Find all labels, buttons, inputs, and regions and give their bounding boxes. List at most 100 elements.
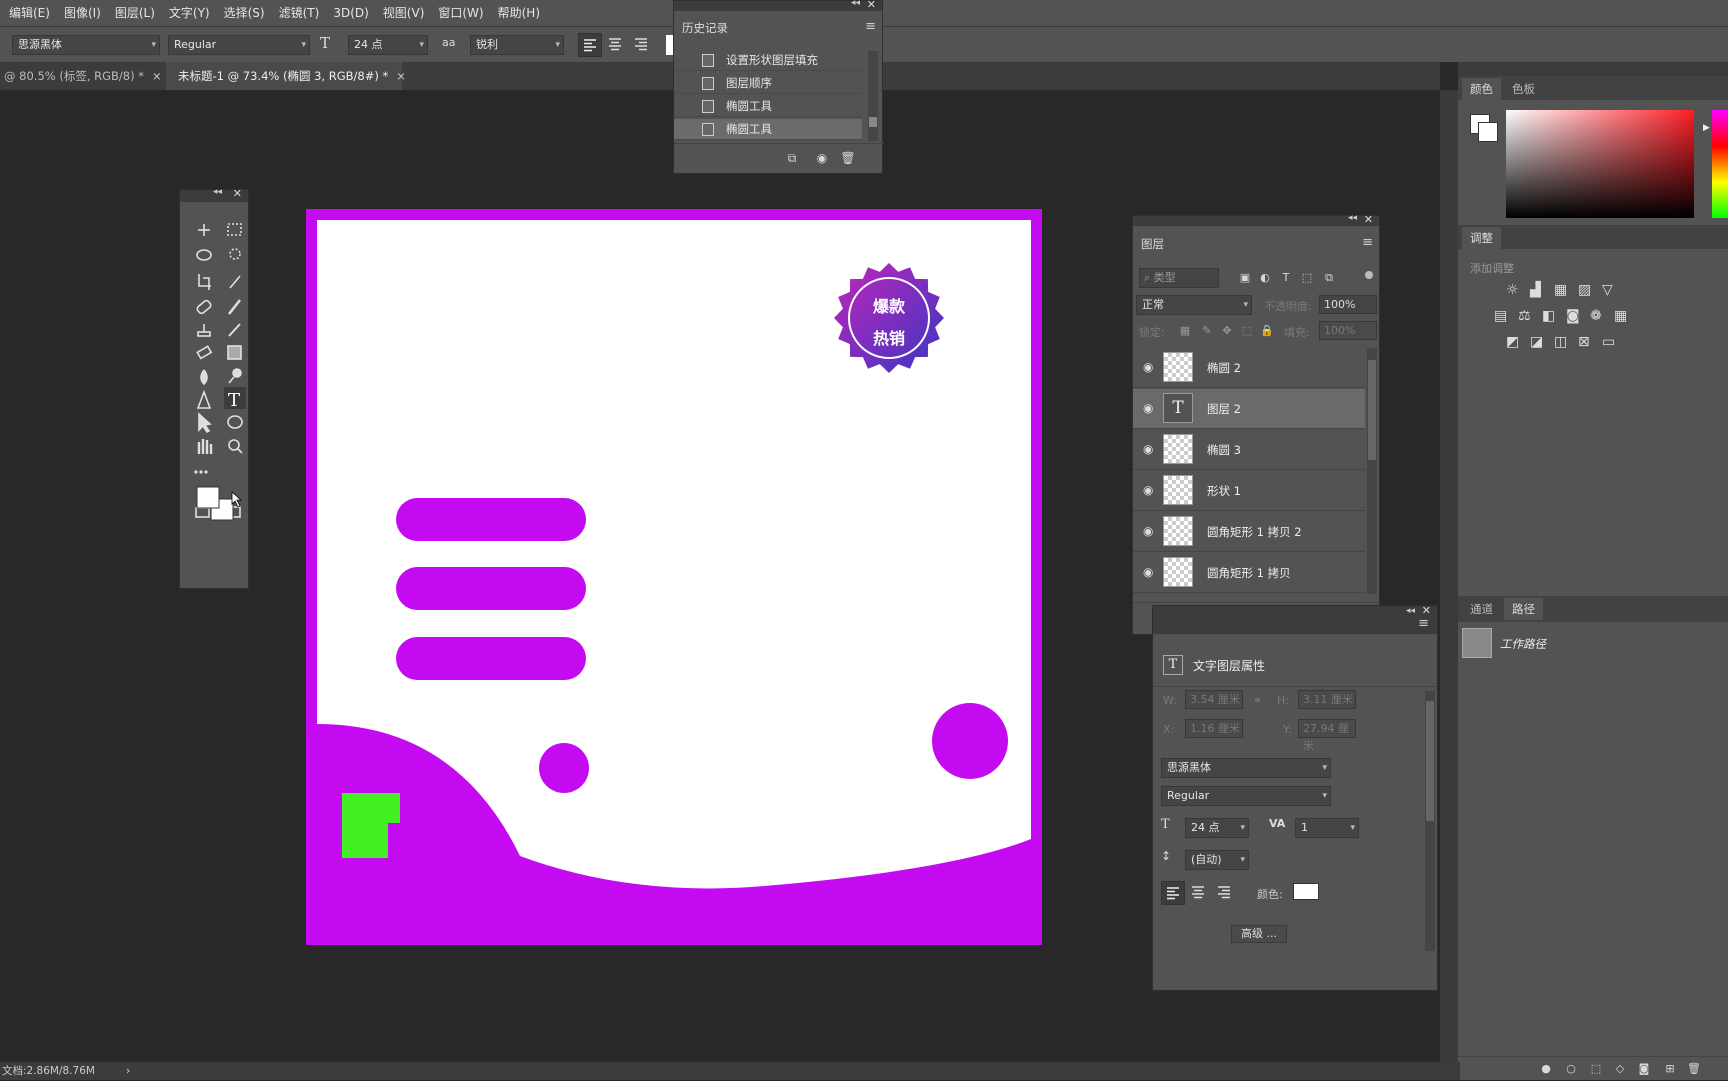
filter-shape-icon[interactable]: ⬚ bbox=[1295, 266, 1319, 290]
filter-toggle-icon[interactable] bbox=[1365, 271, 1373, 279]
vibrance-icon[interactable]: ▽ bbox=[1602, 282, 1613, 298]
threshold-icon[interactable]: ◫ bbox=[1554, 334, 1567, 350]
opacity-field[interactable]: 100% bbox=[1319, 295, 1377, 314]
color-balance-icon[interactable]: ⚖ bbox=[1518, 308, 1531, 324]
more-tools-icon[interactable] bbox=[194, 470, 208, 474]
close-icon[interactable]: ✕ bbox=[867, 0, 876, 11]
close-icon[interactable]: × bbox=[396, 69, 406, 83]
artboard[interactable]: 爆款 热销 bbox=[306, 209, 1042, 945]
layer-row[interactable]: ◉ 椭圆 3 bbox=[1133, 430, 1365, 470]
scrollbar-thumb[interactable] bbox=[869, 117, 877, 127]
ellipse-tool-icon[interactable] bbox=[227, 415, 243, 429]
new-document-from-state-icon[interactable]: ⧉ bbox=[780, 146, 804, 170]
leading-select[interactable]: (自动) ▾ bbox=[1185, 850, 1249, 870]
tab-layers[interactable]: 图层 bbox=[1133, 233, 1172, 255]
quick-mask-icon[interactable] bbox=[195, 507, 210, 518]
antialias-select[interactable]: 锐利 ▾ bbox=[470, 35, 564, 55]
levels-icon[interactable]: ▟ bbox=[1530, 282, 1541, 298]
history-item[interactable]: 设置形状图层填充 bbox=[674, 50, 862, 71]
invert-icon[interactable]: ◩ bbox=[1506, 334, 1519, 350]
brightness-icon[interactable]: ☼ bbox=[1506, 282, 1519, 298]
filter-smart-object-icon[interactable]: ⧉ bbox=[1317, 266, 1341, 290]
font-style-select[interactable]: Regular ▾ bbox=[168, 35, 310, 55]
fill-path-icon[interactable]: ● bbox=[1534, 1057, 1558, 1081]
fill-field[interactable]: 100% bbox=[1319, 321, 1377, 340]
advanced-button[interactable]: 高级 ... bbox=[1231, 925, 1287, 943]
selection-as-path-icon[interactable]: ◇ bbox=[1608, 1057, 1632, 1081]
layer-row[interactable]: ◉ 圆角矩形 1 拷贝 bbox=[1133, 553, 1365, 593]
tab-channels[interactable]: 通道 bbox=[1462, 598, 1501, 620]
collapse-icon[interactable]: ◂◂ bbox=[851, 0, 860, 8]
color-lookup-icon[interactable]: ▦ bbox=[1614, 308, 1627, 324]
prop-font-family-select[interactable]: 思源黑体 ▾ bbox=[1161, 758, 1331, 778]
color-background-swatch[interactable] bbox=[1478, 122, 1498, 142]
new-path-icon[interactable]: ⊞ bbox=[1658, 1057, 1682, 1081]
layer-row[interactable]: ◉ 形状 1 bbox=[1133, 471, 1365, 511]
hue-saturation-icon[interactable]: ▤ bbox=[1494, 308, 1507, 324]
text-color-swatch[interactable] bbox=[1293, 883, 1319, 900]
prop-align-left-button[interactable] bbox=[1161, 881, 1185, 905]
menu-view[interactable]: 视图(V) bbox=[376, 0, 432, 26]
prop-align-right-button[interactable] bbox=[1213, 881, 1237, 905]
posterize-icon[interactable]: ◪ bbox=[1530, 334, 1543, 350]
tab-color[interactable]: 颜色 bbox=[1462, 78, 1501, 100]
layer-row-selected[interactable]: ◉ T 图层 2 bbox=[1133, 389, 1365, 429]
panel-menu-icon[interactable]: ≡ bbox=[1418, 616, 1429, 631]
eraser-tool-icon[interactable] bbox=[196, 345, 213, 360]
stamp-tool-icon[interactable] bbox=[197, 324, 211, 337]
history-scrollbar[interactable] bbox=[868, 51, 878, 141]
collapse-icon[interactable]: ◂◂ bbox=[1348, 213, 1357, 223]
path-as-selection-icon[interactable]: ⬚ bbox=[1584, 1057, 1608, 1081]
tab-document-1[interactable]: @ 80.5% (标签, RGB/8) * × bbox=[0, 62, 162, 90]
prop-font-size-select[interactable]: 24 点 ▾ bbox=[1185, 818, 1249, 838]
tab-paths[interactable]: 路径 bbox=[1504, 598, 1543, 620]
properties-panel-header[interactable]: ◂◂ ✕ ≡ bbox=[1153, 604, 1437, 634]
close-icon[interactable]: × bbox=[152, 69, 162, 83]
hand-tool-icon[interactable] bbox=[197, 439, 213, 454]
menu-select[interactable]: 选择(S) bbox=[217, 0, 272, 26]
history-item[interactable]: 椭圆工具 bbox=[674, 96, 862, 117]
link-dimensions-icon[interactable]: ⚭ bbox=[1253, 694, 1262, 707]
color-picker-field[interactable] bbox=[1506, 110, 1694, 218]
black-white-icon[interactable]: ◧ bbox=[1542, 308, 1555, 324]
lock-transparent-icon[interactable]: ▦ bbox=[1173, 319, 1197, 343]
workspace-scrollbar[interactable] bbox=[1440, 90, 1458, 1065]
history-item[interactable]: 图层顺序 bbox=[674, 73, 862, 94]
history-panel-header[interactable]: ◂◂ ✕ bbox=[674, 0, 882, 11]
align-right-button[interactable] bbox=[630, 33, 654, 57]
menu-filter[interactable]: 滤镜(T) bbox=[272, 0, 327, 26]
prop-font-style-select[interactable]: Regular ▾ bbox=[1161, 786, 1331, 806]
align-left-button[interactable] bbox=[578, 33, 602, 57]
blur-tool-icon[interactable] bbox=[200, 369, 208, 386]
menu-window[interactable]: 窗口(W) bbox=[431, 0, 490, 26]
eye-icon[interactable]: ◉ bbox=[1143, 360, 1153, 374]
history-item-current[interactable]: 椭圆工具 bbox=[674, 119, 862, 140]
font-size-select[interactable]: 24 点 ▾ bbox=[348, 35, 428, 55]
collapse-icon[interactable]: ◂◂ bbox=[1406, 606, 1415, 616]
align-center-button[interactable] bbox=[604, 33, 628, 57]
eye-icon[interactable]: ◉ bbox=[1143, 565, 1153, 579]
channel-mixer-icon[interactable]: ❁ bbox=[1590, 308, 1602, 324]
history-brush-tool-icon[interactable] bbox=[228, 323, 241, 337]
tab-swatches[interactable]: 色板 bbox=[1504, 78, 1543, 100]
height-field[interactable]: 3.11 厘米 bbox=[1298, 690, 1356, 709]
path-select-tool-icon[interactable] bbox=[198, 412, 212, 434]
scrollbar-thumb[interactable] bbox=[1426, 701, 1434, 821]
y-field[interactable]: 27.94 厘米 bbox=[1298, 719, 1356, 752]
panel-menu-icon[interactable]: ≡ bbox=[865, 19, 876, 34]
tracking-select[interactable]: 1 ▾ bbox=[1295, 818, 1359, 838]
menu-image[interactable]: 图像(I) bbox=[57, 0, 108, 26]
layer-filter-search[interactable]: ⌕ 类型 bbox=[1139, 268, 1219, 288]
marquee-tool-icon[interactable] bbox=[227, 223, 242, 236]
snapshot-camera-icon[interactable]: ◉ bbox=[810, 146, 834, 170]
x-field[interactable]: 1.16 厘米 bbox=[1185, 719, 1243, 738]
stroke-path-icon[interactable]: ○ bbox=[1559, 1057, 1583, 1081]
move-tool-icon[interactable] bbox=[198, 224, 210, 236]
trash-icon[interactable]: 🗑 bbox=[1682, 1057, 1706, 1081]
properties-scrollbar[interactable] bbox=[1425, 691, 1435, 951]
layer-row[interactable]: ◉ 椭圆 2 bbox=[1133, 348, 1365, 388]
healing-brush-tool-icon[interactable] bbox=[196, 299, 212, 315]
close-icon[interactable]: ✕ bbox=[233, 187, 242, 200]
scrollbar-thumb[interactable] bbox=[1368, 360, 1376, 460]
menu-type[interactable]: 文字(Y) bbox=[162, 0, 217, 26]
